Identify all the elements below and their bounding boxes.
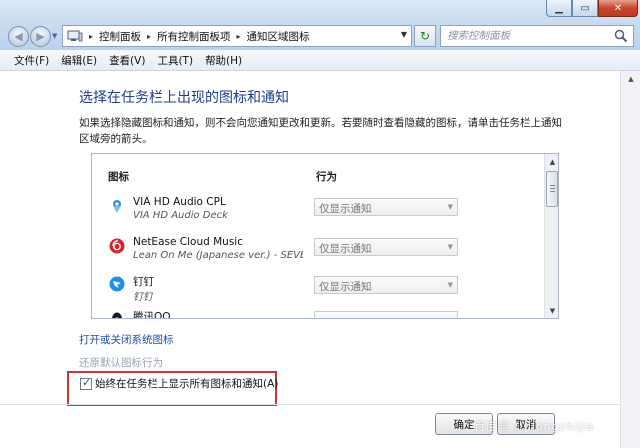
list-item: NetEase Cloud Music Lean On Me (Japanese… — [92, 234, 544, 272]
row-app-subtitle: Lean On Me (Japanese ver.) - SEVENT... — [133, 250, 303, 261]
breadcrumb-separator-icon: ▸ — [89, 31, 94, 41]
netease-music-icon — [109, 238, 125, 254]
forward-button[interactable]: ▶ — [30, 26, 51, 47]
title-bar: ▁ ▭ ✕ ◀ ▶ ▼ ▸ 控制面板 ▸ 所有控制面板项 ▸ 通知区域图标 ▼ … — [0, 0, 640, 50]
menu-file[interactable]: 文件(F) — [8, 53, 55, 68]
restore-default-behavior-link[interactable]: 还原默认图标行为 — [79, 355, 163, 370]
always-show-checkbox[interactable]: ✓ — [80, 376, 92, 390]
scroll-up-icon[interactable]: ▲ — [621, 71, 640, 87]
search-box — [440, 25, 634, 47]
refresh-icon: ↻ — [419, 29, 431, 43]
watermark: 百度号 / lilongzhijia — [474, 420, 595, 433]
row-app-subtitle: VIA HD Audio Deck — [133, 210, 228, 221]
row-app-name: 腾讯QQ — [133, 311, 171, 319]
menu-view[interactable]: 查看(V) — [103, 53, 151, 68]
grip-icon — [550, 185, 555, 193]
minimize-button[interactable]: ▁ — [546, 0, 572, 17]
page-title: 选择在任务栏上出现的图标和通知 — [79, 90, 289, 106]
dingtalk-icon — [109, 276, 125, 292]
list-item: 腾讯QQ — [92, 307, 544, 319]
search-input[interactable] — [447, 29, 607, 43]
breadcrumb-separator-icon[interactable]: ▸ — [147, 32, 151, 41]
search-icon[interactable] — [614, 29, 628, 43]
behavior-select[interactable] — [314, 311, 458, 318]
behavior-value: 仅显示通知 — [319, 203, 372, 215]
menu-help[interactable]: 帮助(H) — [199, 53, 248, 68]
scroll-up-icon[interactable]: ▲ — [545, 154, 558, 169]
back-button[interactable]: ◀ — [8, 26, 29, 47]
address-bar[interactable]: ▸ 控制面板 ▸ 所有控制面板项 ▸ 通知区域图标 ▼ — [62, 25, 412, 47]
close-icon: ✕ — [613, 2, 623, 14]
row-app-subtitle: 钉钉 — [133, 292, 153, 303]
breadcrumb-separator-icon[interactable]: ▸ — [237, 32, 241, 41]
column-header-behavior: 行为 — [316, 171, 337, 183]
close-button[interactable]: ✕ — [598, 0, 638, 17]
row-app-name: NetEase Cloud Music — [133, 236, 243, 248]
qq-icon — [112, 312, 122, 318]
arrow-right-icon: ▶ — [36, 30, 45, 43]
arrow-left-icon: ◀ — [14, 30, 23, 43]
scroll-down-icon[interactable]: ▼ — [545, 303, 558, 318]
maximize-button[interactable]: ▭ — [572, 0, 598, 17]
maximize-icon: ▭ — [580, 2, 590, 14]
list-item: 钉钉 钉钉 仅显示通知 ▼ — [92, 272, 544, 310]
behavior-select[interactable]: 仅显示通知 ▼ — [314, 238, 458, 256]
scroll-thumb[interactable] — [546, 171, 558, 207]
control-panel-icon — [67, 30, 83, 42]
list-item: VIA HD Audio CPL VIA HD Audio Deck 仅显示通知… — [92, 194, 544, 232]
chevron-down-icon: ▼ — [447, 281, 453, 289]
column-header-icon: 图标 — [108, 171, 129, 183]
window-scrollbar[interactable]: ▲ — [620, 71, 640, 448]
divider — [0, 404, 620, 405]
breadcrumb-notification-icons[interactable]: 通知区域图标 — [247, 29, 310, 44]
chevron-down-icon[interactable]: ▼ — [401, 30, 407, 39]
menu-edit[interactable]: 编辑(E) — [55, 53, 103, 68]
notification-icons-list: 图标 行为 VIA HD Audio CPL VIA HD Audio Deck… — [91, 153, 559, 319]
checkmark-icon: ✓ — [82, 376, 92, 389]
via-audio-icon — [113, 200, 121, 213]
menu-bar: 文件(F) 编辑(E) 查看(V) 工具(T) 帮助(H) — [0, 50, 640, 71]
breadcrumb-all-items[interactable]: 所有控制面板项 — [157, 29, 231, 44]
menu-tools[interactable]: 工具(T) — [151, 53, 199, 68]
row-app-name: VIA HD Audio CPL — [133, 196, 226, 208]
control-panel-window: ▁ ▭ ✕ ◀ ▶ ▼ ▸ 控制面板 ▸ 所有控制面板项 ▸ 通知区域图标 ▼ … — [0, 0, 640, 448]
row-app-name: 钉钉 — [133, 276, 154, 288]
page-description: 如果选择隐藏图标和通知，则不会向您通知更改和更新。若要随时查看隐藏的图标，请单击… — [79, 117, 562, 145]
recent-pages-dropdown[interactable]: ▼ — [52, 32, 57, 40]
behavior-value: 仅显示通知 — [319, 281, 372, 293]
minimize-icon: ▁ — [555, 2, 563, 14]
behavior-value: 仅显示通知 — [319, 243, 372, 255]
breadcrumb-control-panel[interactable]: 控制面板 — [99, 29, 141, 44]
chevron-down-icon: ▼ — [447, 203, 453, 211]
refresh-button[interactable]: ↻ — [414, 25, 436, 47]
list-scrollbar[interactable]: ▲ ▼ — [544, 154, 558, 318]
content-pane: 选择在任务栏上出现的图标和通知 如果选择隐藏图标和通知，则不会向您通知更改和更新… — [0, 71, 620, 448]
behavior-select[interactable]: 仅显示通知 ▼ — [314, 276, 458, 294]
toggle-system-icons-link[interactable]: 打开或关闭系统图标 — [79, 332, 174, 347]
always-show-label[interactable]: 始终在任务栏上显示所有图标和通知(A) — [95, 376, 278, 391]
behavior-select[interactable]: 仅显示通知 ▼ — [314, 198, 458, 216]
chevron-down-icon: ▼ — [447, 243, 453, 251]
